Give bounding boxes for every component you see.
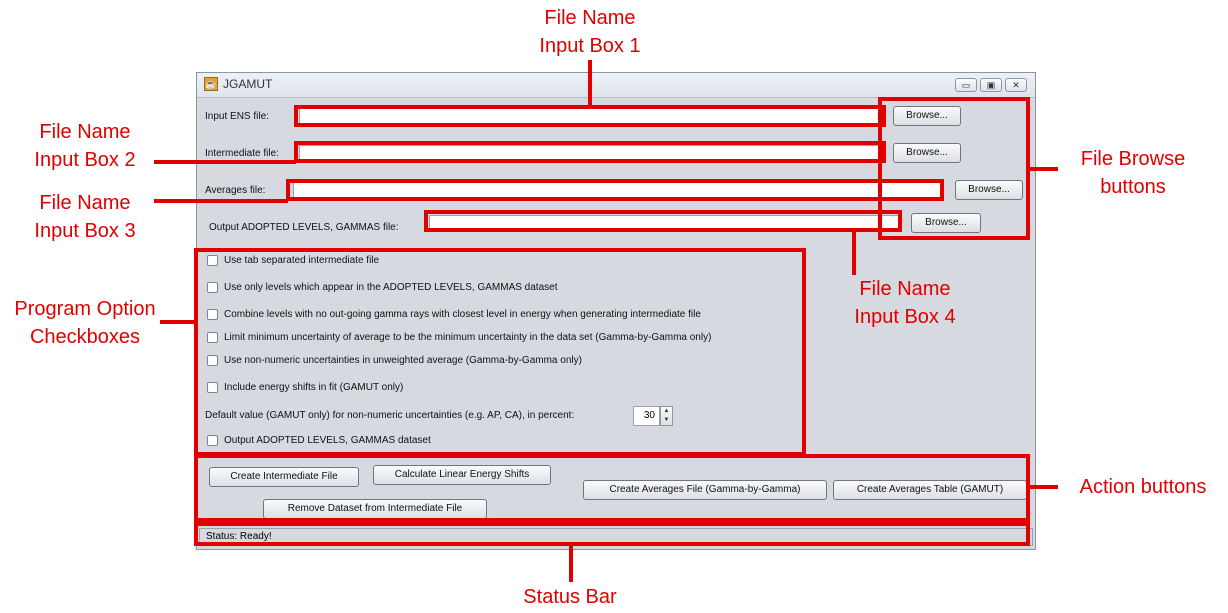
annot-label-input3: File Name Input Box 3 xyxy=(34,192,136,242)
annot-label-status: Status Bar xyxy=(523,586,617,608)
annot-label-actions: Action buttons xyxy=(1079,476,1207,498)
annot-line-status xyxy=(569,546,573,582)
annot-box-input2 xyxy=(294,141,886,163)
title-bar[interactable]: ☕ JGAMUT ▭ ▣ ✕ xyxy=(197,73,1035,98)
annot-label-input2: File Name Input Box 2 xyxy=(34,121,136,171)
output-file-label: Output ADOPTED LEVELS, GAMMAS file: xyxy=(209,222,399,233)
close-icon[interactable]: ✕ xyxy=(1005,78,1027,92)
annot-line-browse xyxy=(1028,167,1058,171)
annot-line-input2 xyxy=(154,160,296,164)
annot-box-browse xyxy=(878,97,1030,240)
averages-file-label: Averages file: xyxy=(205,185,266,196)
annot-line-actions xyxy=(1028,485,1058,489)
annot-label-input1: File Name Input Box 1 xyxy=(539,7,641,57)
java-app-icon: ☕ xyxy=(204,77,218,91)
annot-box-options xyxy=(194,248,806,456)
annot-label-options: Program Option Checkboxes xyxy=(14,298,156,348)
annot-line-input3 xyxy=(154,199,288,203)
annot-box-actions xyxy=(194,454,1030,522)
annot-line-input4 xyxy=(852,231,856,275)
window-title: JGAMUT xyxy=(223,77,273,91)
ens-file-label: Input ENS file: xyxy=(205,111,269,122)
annot-label-input4: File Name Input Box 4 xyxy=(854,278,956,328)
maximize-icon[interactable]: ▣ xyxy=(980,78,1002,92)
annot-box-input4 xyxy=(424,210,902,232)
annot-label-browse: File Browse buttons xyxy=(1080,148,1186,198)
annot-line-input1 xyxy=(588,60,592,106)
intermediate-file-label: Intermediate file: xyxy=(205,148,279,159)
annot-box-status xyxy=(194,522,1030,546)
annot-box-input1 xyxy=(294,105,886,127)
annot-box-input3 xyxy=(286,179,944,201)
minimize-icon[interactable]: ▭ xyxy=(955,78,977,92)
